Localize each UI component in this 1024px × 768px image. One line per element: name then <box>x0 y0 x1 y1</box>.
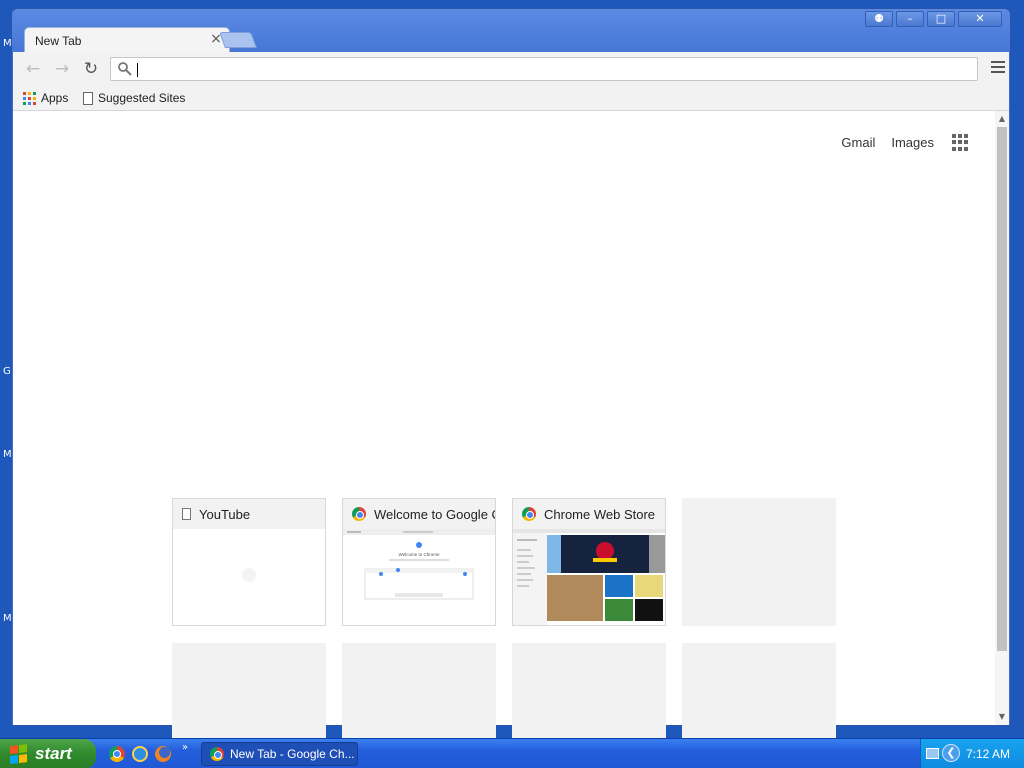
tile-title: Welcome to Google C <box>374 506 495 522</box>
images-link[interactable]: Images <box>891 135 934 150</box>
tile-thumbnail <box>513 529 665 625</box>
tile-header: Welcome to Google C <box>343 499 495 529</box>
system-tray: ❮ 7:12 AM <box>920 739 1024 768</box>
start-label: start <box>35 744 72 763</box>
most-visited-tile[interactable]: Chrome Web Store <box>512 498 666 626</box>
taskbar: start » New Tab - Google Ch... ❮ 7:12 AM <box>0 738 1024 768</box>
search-icon <box>118 62 132 76</box>
google-apps-icon[interactable] <box>952 134 969 151</box>
apps-grid-icon <box>23 91 36 105</box>
vertical-scrollbar[interactable]: ▲ ▼ <box>995 111 1009 725</box>
welcome-heading: Welcome to Chrome <box>399 552 440 557</box>
title-bar[interactable]: New Tab × ⚉ – □ ✕ <box>12 9 1010 53</box>
toolbar: ← → ↻ <box>13 52 1009 86</box>
chrome-quicklaunch-icon[interactable] <box>109 746 125 762</box>
tab-title: New Tab <box>35 34 82 48</box>
new-tab-button[interactable] <box>219 32 257 48</box>
text-caret <box>137 63 138 77</box>
internet-explorer-icon[interactable] <box>132 746 148 762</box>
taskbar-chrome-window[interactable]: New Tab - Google Ch... <box>201 742 358 766</box>
youtube-thumbnail <box>242 568 256 582</box>
menu-hamburger-icon[interactable] <box>991 61 1005 75</box>
scroll-down-arrow-icon[interactable]: ▼ <box>997 712 1007 722</box>
scroll-up-arrow-icon[interactable]: ▲ <box>997 114 1007 124</box>
welcome-thumbnail: Welcome to Chrome <box>343 529 495 600</box>
most-visited-tile[interactable]: Welcome to Google C Welcome to Chrome <box>342 498 496 626</box>
tile-header: YouTube <box>173 499 325 529</box>
web-store-thumbnail <box>513 529 665 625</box>
google-top-links: Gmail Images <box>841 134 969 151</box>
tile-title: YouTube <box>199 506 251 522</box>
back-arrow-icon[interactable]: ← <box>23 59 43 79</box>
tile-header: Chrome Web Store <box>513 499 665 529</box>
start-button[interactable]: start <box>0 739 96 768</box>
empty-tile <box>682 498 836 626</box>
window-controls: ⚉ – □ ✕ <box>865 11 1002 27</box>
firefox-icon[interactable] <box>155 746 171 762</box>
tile-title: Chrome Web Store <box>544 506 656 522</box>
chrome-icon <box>352 507 366 521</box>
taskbar-window-label: New Tab - Google Ch... <box>230 747 355 761</box>
clock[interactable]: 7:12 AM <box>966 747 1010 761</box>
chrome-icon <box>210 747 224 761</box>
page-icon <box>182 508 191 520</box>
chrome-window: New Tab × ⚉ – □ ✕ ← → ↻ Apps Suggested S… <box>11 8 1011 768</box>
keyboard-icon[interactable] <box>926 748 939 759</box>
new-tab-page: Gmail Images YouTube Welcome to Google C <box>13 111 1009 768</box>
desktop-icon-label[interactable]: G <box>3 366 11 377</box>
maximize-button[interactable]: □ <box>927 11 955 27</box>
bookmark-apps[interactable]: Apps <box>23 91 68 105</box>
tab-new-tab[interactable]: New Tab × <box>24 27 230 53</box>
chrome-store-icon <box>522 507 536 521</box>
user-profile-icon[interactable]: ⚉ <box>865 11 893 27</box>
scroll-thumb[interactable] <box>997 127 1007 651</box>
bookmark-suggested-label: Suggested Sites <box>98 91 186 105</box>
bookmarks-bar: Apps Suggested Sites <box>13 86 1009 111</box>
tile-thumbnail: Welcome to Chrome <box>343 529 495 625</box>
forward-arrow-icon[interactable]: → <box>52 59 72 79</box>
bookmark-apps-label: Apps <box>41 91 69 105</box>
tile-thumbnail <box>173 529 325 625</box>
tray-expand-icon[interactable]: ❮ <box>942 744 960 762</box>
minimize-button[interactable]: – <box>896 11 924 27</box>
page-icon <box>83 91 93 105</box>
bookmark-suggested-sites[interactable]: Suggested Sites <box>83 91 185 105</box>
reload-icon[interactable]: ↻ <box>81 59 101 79</box>
close-window-button[interactable]: ✕ <box>958 11 1002 27</box>
quicklaunch-more-icon[interactable]: » <box>182 742 188 753</box>
gmail-link[interactable]: Gmail <box>841 135 875 150</box>
most-visited-tile[interactable]: YouTube <box>172 498 326 626</box>
omnibox[interactable] <box>110 57 978 81</box>
windows-logo-icon <box>10 744 28 764</box>
